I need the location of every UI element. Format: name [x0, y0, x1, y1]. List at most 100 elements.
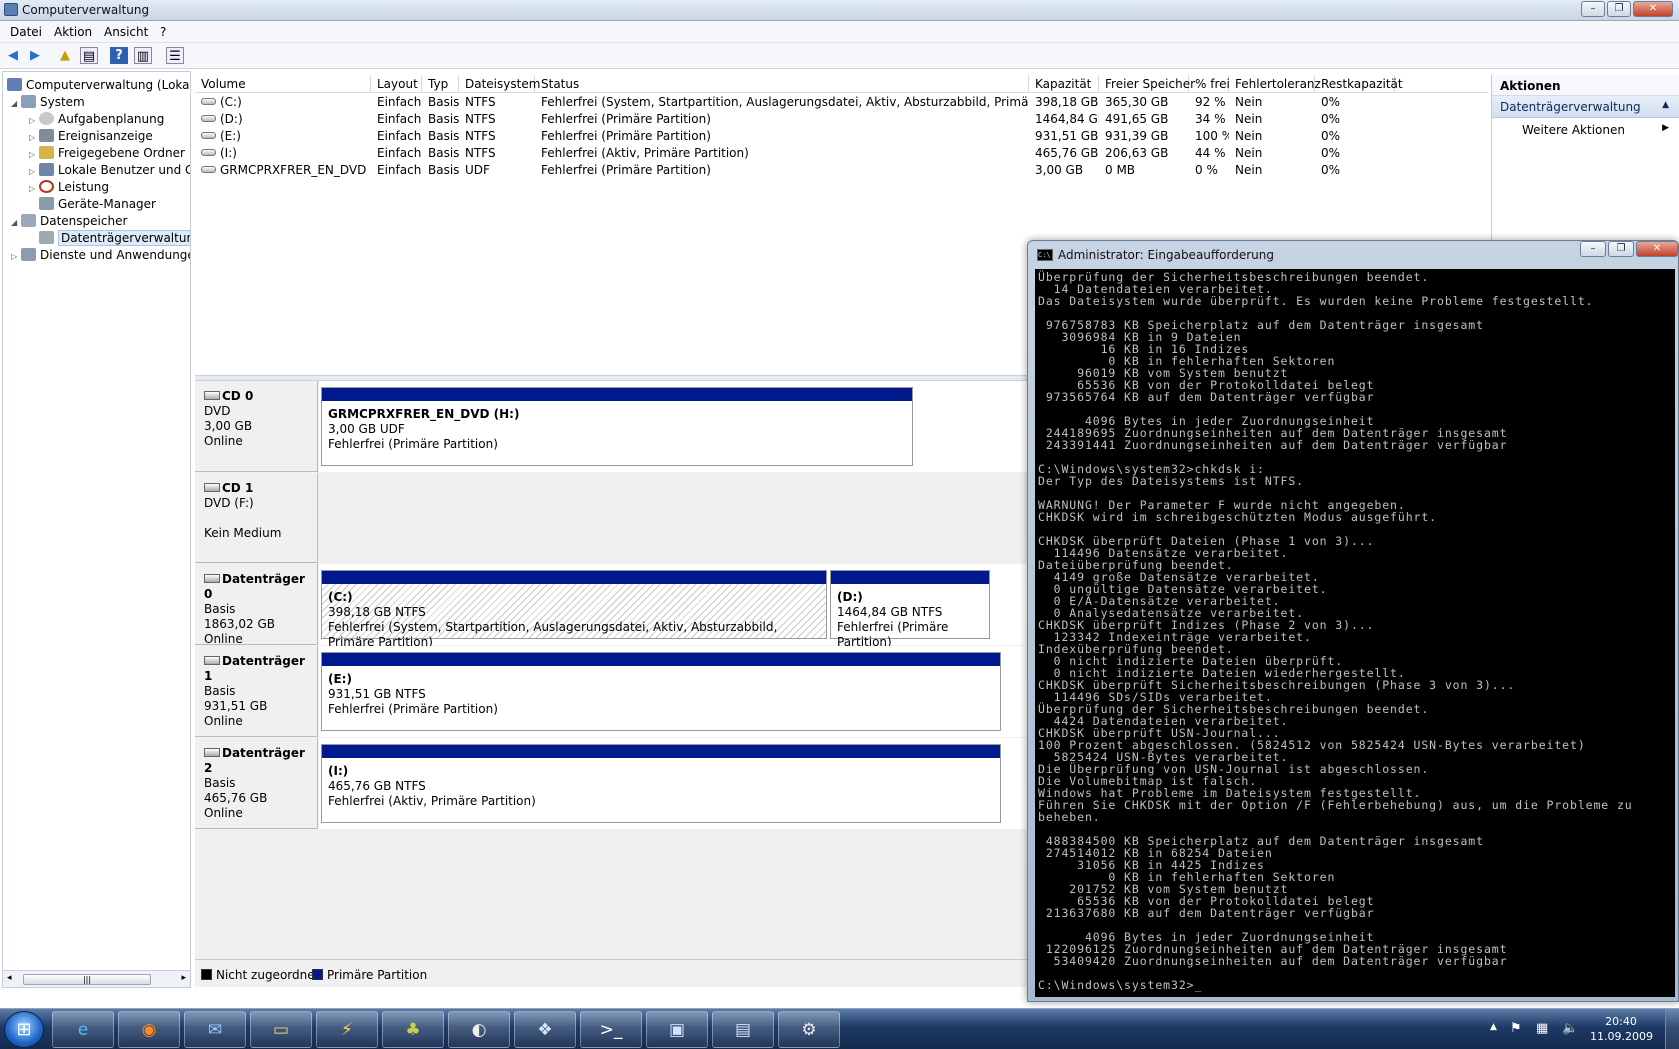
disk-info[interactable]: CD 0 DVD 3,00 GB Online [195, 381, 318, 472]
maximize-button[interactable]: ❐ [1607, 1, 1631, 17]
up-folder-icon[interactable]: ▲ [56, 47, 74, 64]
cell-freier-speicher: 491,65 GB [1105, 112, 1169, 126]
network-tray-icon[interactable]: ▦ [1536, 1021, 1548, 1036]
taskbar-button[interactable]: e [52, 1011, 114, 1048]
scroll-right-icon[interactable]: ▸ [181, 973, 186, 983]
tree-item-aufgabenplanung[interactable]: ▷ Aufgabenplanung [29, 111, 164, 128]
partition-title: GRMCPRXFRER_EN_DVD (H:) [328, 407, 520, 421]
menu-ansicht[interactable]: Ansicht [104, 25, 148, 39]
tree-item-geraete-manager[interactable]: Geräte-Manager [39, 196, 156, 213]
menu-datei[interactable]: Datei [10, 25, 42, 39]
taskbar-button[interactable]: ♣ [382, 1011, 444, 1048]
device-manager-icon [39, 197, 54, 210]
weitere-aktionen-link[interactable]: Weitere Aktionen ▶ [1492, 118, 1679, 140]
tree-item-lokale-benutzer[interactable]: ▷ Lokale Benutzer und Gr [29, 162, 190, 180]
partition-block[interactable]: (E:) 931,51 GB NTFS Fehlerfrei (Primäre Pa… [321, 652, 1001, 731]
column-layout[interactable]: Layout [371, 75, 422, 93]
taskbar-button[interactable]: ◐ [448, 1011, 510, 1048]
column-status[interactable]: Status [535, 75, 1029, 93]
action-center-flag-icon[interactable]: ⚑ [1510, 1021, 1522, 1036]
column-volume[interactable]: Volume [195, 75, 371, 93]
taskbar-button[interactable]: >_ [580, 1011, 642, 1048]
taskbar-button[interactable]: ▤ [712, 1011, 774, 1048]
taskbar-button[interactable]: ❖ [514, 1011, 576, 1048]
tree-item-dienste[interactable]: ▷ Dienste und Anwendungen [11, 247, 190, 265]
utility-icon: ⚙ [801, 1020, 817, 1040]
expand-arrow-icon[interactable]: ▷ [29, 146, 39, 163]
volume-icon[interactable]: 🔈 [1562, 1021, 1578, 1036]
taskbar-button[interactable]: ▣ [646, 1011, 708, 1048]
partition-block[interactable]: (C:) 398,18 GB NTFS Fehlerfrei (System, St… [321, 570, 827, 649]
expand-arrow-icon[interactable]: ▷ [29, 163, 39, 180]
properties-icon[interactable]: ☰ [166, 47, 184, 64]
cmd-close-button[interactable]: ✕ [1636, 241, 1678, 257]
command-prompt-window[interactable]: C:\ Administrator: Eingabeaufforderung –… [1027, 240, 1679, 1002]
column-prozent-frei[interactable]: % frei [1189, 75, 1230, 93]
partition-status: Fehlerfrei (Primäre Partition) [328, 702, 498, 716]
disk-info[interactable]: CD 1 DVD (F:) Kein Medium [195, 473, 318, 563]
collapse-arrow-icon[interactable]: ◢ [11, 214, 21, 231]
actions-section-datentraegerverwaltung[interactable]: Datenträgerverwaltung ▲ [1492, 96, 1679, 118]
partition-block[interactable]: GRMCPRXFRER_EN_DVD (H:) 3,00 GB UDF Fehler… [321, 387, 913, 466]
expand-arrow-icon[interactable]: ▷ [29, 180, 39, 197]
scroll-left-icon[interactable]: ◂ [7, 973, 12, 983]
expand-arrow-icon[interactable]: ▷ [29, 112, 39, 129]
tree-item-datentraegerverwaltung[interactable]: Datenträgerverwaltung [39, 230, 190, 247]
column-kapazitaet[interactable]: Kapazität [1029, 75, 1099, 93]
table-row[interactable]: GRMCPRXFRER_EN_DVD (H:) Einfach Basis UDF Fe… [195, 162, 1488, 179]
clock[interactable]: 20:40 11.09.2009 [1590, 1014, 1653, 1044]
drive-icon [201, 98, 216, 105]
cell-layout: Einfach [377, 129, 422, 143]
taskbar-button[interactable]: ✉ [184, 1011, 246, 1048]
expand-arrow-icon[interactable]: ▷ [11, 248, 21, 265]
partition-size: 3,00 GB UDF [328, 422, 405, 436]
tree-item-freigegebene-ordner[interactable]: ▷ Freigegebene Ordner [29, 145, 185, 162]
back-arrow-icon[interactable]: ◀ [4, 47, 22, 64]
submenu-arrow-icon: ▶ [1662, 123, 1669, 133]
column-dateisystem[interactable]: Dateisystem [459, 75, 540, 93]
taskbar-button[interactable]: ▭ [250, 1011, 312, 1048]
table-row[interactable]: (E:) Einfach Basis NTFS Fehlerfrei (Primäre … [195, 128, 1488, 145]
taskbar-button[interactable]: ⚡ [316, 1011, 378, 1048]
taskbar-button[interactable]: ◉ [118, 1011, 180, 1048]
show-action-pane-icon[interactable]: ▥ [134, 47, 152, 64]
forward-arrow-icon[interactable]: ▶ [26, 47, 44, 64]
expand-arrow-icon[interactable]: ▷ [29, 129, 39, 146]
tree-item-leistung[interactable]: ▷ Leistung [29, 179, 109, 196]
collapse-up-icon[interactable]: ▲ [1662, 100, 1669, 110]
cmd-console-output[interactable]: Überprüfung der Sicherheitsbeschreibunge… [1035, 269, 1675, 997]
close-button[interactable]: ✕ [1633, 1, 1673, 17]
disk-info[interactable]: Datenträger 0 Basis 1863,02 GB Online [195, 564, 318, 646]
partition-block[interactable]: (I:) 465,76 GB NTFS Fehlerfrei (Aktiv, Pri… [321, 744, 1001, 823]
table-row[interactable]: (C:) Einfach Basis NTFS Fehlerfrei (System, … [195, 94, 1488, 111]
minimize-button[interactable]: – [1581, 1, 1605, 17]
collapse-arrow-icon[interactable]: ◢ [11, 95, 21, 112]
disk-info[interactable]: Datenträger 1 Basis 931,51 GB Online [195, 646, 318, 737]
column-typ[interactable]: Typ [422, 75, 459, 93]
tree-item-datenspeicher[interactable]: ◢ Datenspeicher [11, 213, 127, 230]
column-fehlertoleranz[interactable]: Fehlertoleranz [1229, 75, 1321, 93]
menu-help[interactable]: ? [160, 25, 166, 39]
cell-fehlertoleranz: Nein [1235, 95, 1263, 109]
table-row[interactable]: (D:) Einfach Basis NTFS Fehlerfrei (Primäre … [195, 111, 1488, 128]
cmd-maximize-button[interactable]: ❐ [1608, 241, 1634, 257]
menu-aktion[interactable]: Aktion [54, 25, 92, 39]
firefox-icon: ◉ [141, 1020, 157, 1040]
column-restkapazitaet[interactable]: Restkapazität [1315, 75, 1403, 93]
table-row[interactable]: (I:) Einfach Basis NTFS Fehlerfrei (Aktiv, P… [195, 145, 1488, 162]
cmd-minimize-button[interactable]: – [1580, 241, 1606, 257]
tree-item-system[interactable]: ◢ System [11, 94, 85, 111]
show-hidden-icons-icon[interactable]: ▲ [1490, 1022, 1497, 1032]
tree-item-ereignisanzeige[interactable]: ▷ Ereignisanzeige [29, 128, 153, 145]
disk-info[interactable]: Datenträger 2 Basis 465,76 GB Online [195, 738, 318, 829]
partition-block[interactable]: (D:) 1464,84 GB NTFS Fehlerfrei (Primäre P… [830, 570, 990, 649]
show-tree-icon[interactable]: ▤ [80, 47, 98, 64]
show-desktop-button[interactable] [1665, 1009, 1679, 1049]
start-button[interactable]: ⊞ [4, 1011, 44, 1048]
help-icon[interactable]: ? [110, 47, 128, 64]
tree-item-computerverwaltung[interactable]: Computerverwaltung (Lokal) [7, 77, 190, 94]
scrollbar-thumb[interactable]: ||| [23, 974, 151, 985]
horizontal-scrollbar[interactable]: ◂ ||| ▸ [3, 970, 190, 987]
taskbar-button[interactable]: ⚙ [778, 1011, 840, 1048]
column-freier-speicher[interactable]: Freier Speicher [1099, 75, 1195, 93]
